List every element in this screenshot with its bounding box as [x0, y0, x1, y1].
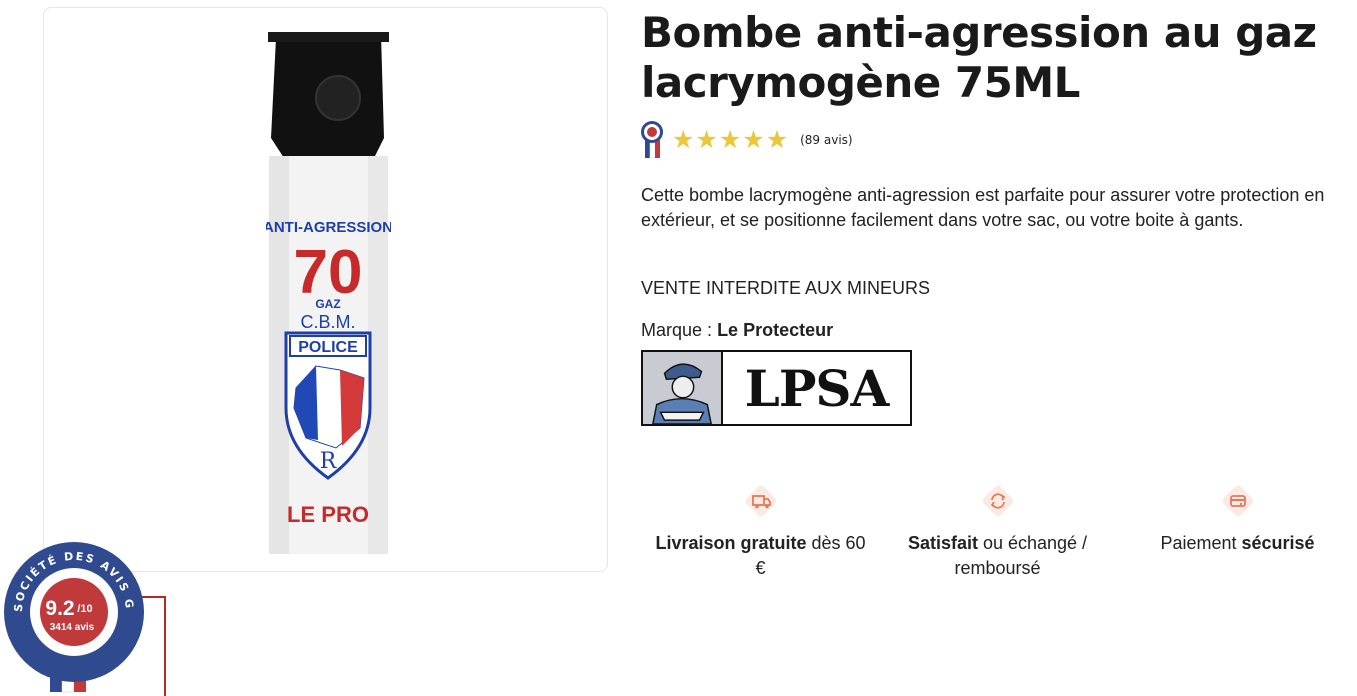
brand-logo-text: LPSA	[744, 358, 890, 418]
rating-row[interactable]: ★ ★ ★ ★ ★ (89 avis)	[640, 120, 853, 160]
badge-score: 9.2	[45, 597, 74, 620]
star-icon: ★	[718, 125, 742, 154]
star-rating: ★ ★ ★ ★ ★	[672, 125, 789, 154]
review-count-link[interactable]: (89 avis)	[800, 133, 853, 147]
brand-line: Marque : Le Protecteur	[641, 320, 833, 341]
can-text-cbm: C.B.M.	[300, 312, 355, 332]
can-text-anti-agression: ANTI-AGRESSION	[266, 219, 391, 236]
feature-2-bold: Satisfait	[907, 533, 978, 553]
can-text-police: POLICE	[298, 339, 358, 356]
truck-icon	[745, 485, 776, 517]
age-warning: VENTE INTERDITE AUX MINEURS	[641, 278, 931, 298]
avis-garantis-badge[interactable]: SOCIÉTÉ DES AVIS GARANTIS 9.2 /10 3414 a…	[0, 532, 170, 696]
feature-free-shipping: Livraison gratuite dès 60 €	[648, 485, 873, 581]
product-image[interactable]: ANTI-AGRESSION 70 GAZ C.B.M. POLICE R LE…	[43, 7, 608, 572]
badge-reviews: 3414 avis	[50, 622, 95, 633]
star-icon: ★	[742, 125, 765, 154]
feature-satisfaction: Satisfait ou échangé / remboursé	[885, 485, 1110, 581]
product-title: Bombe anti-agression au gaz lacrymogène …	[641, 8, 1317, 107]
can-text-le-pro: LE PRO	[287, 502, 369, 527]
brand-label: Marque :	[641, 320, 713, 340]
badge-score-suffix: /10	[77, 603, 92, 615]
award-ribbon-icon	[641, 121, 663, 159]
feature-secure-payment: Paiement sécurisé	[1125, 485, 1350, 556]
feature-3-text: Paiement	[1160, 533, 1242, 553]
star-icon: ★	[765, 125, 789, 154]
spray-can-image: ANTI-AGRESSION 70 GAZ C.B.M. POLICE R LE…	[266, 32, 391, 554]
brand-mascot-image	[643, 352, 723, 425]
feature-3-bold: sécurisé	[1241, 533, 1315, 553]
refresh-icon	[982, 485, 1013, 517]
star-icon: ★	[672, 125, 695, 154]
product-description: Cette bombe lacrymogène anti-agression e…	[641, 185, 1325, 230]
brand-logo[interactable]: LPSA	[641, 350, 912, 426]
brand-name: Le Protecteur	[717, 320, 834, 340]
can-text-gaz: GAZ	[315, 297, 340, 311]
star-icon: ★	[695, 125, 718, 154]
svg-text:R: R	[320, 449, 338, 474]
card-icon	[1222, 485, 1253, 517]
feature-1-bold: Livraison gratuite	[655, 533, 807, 553]
